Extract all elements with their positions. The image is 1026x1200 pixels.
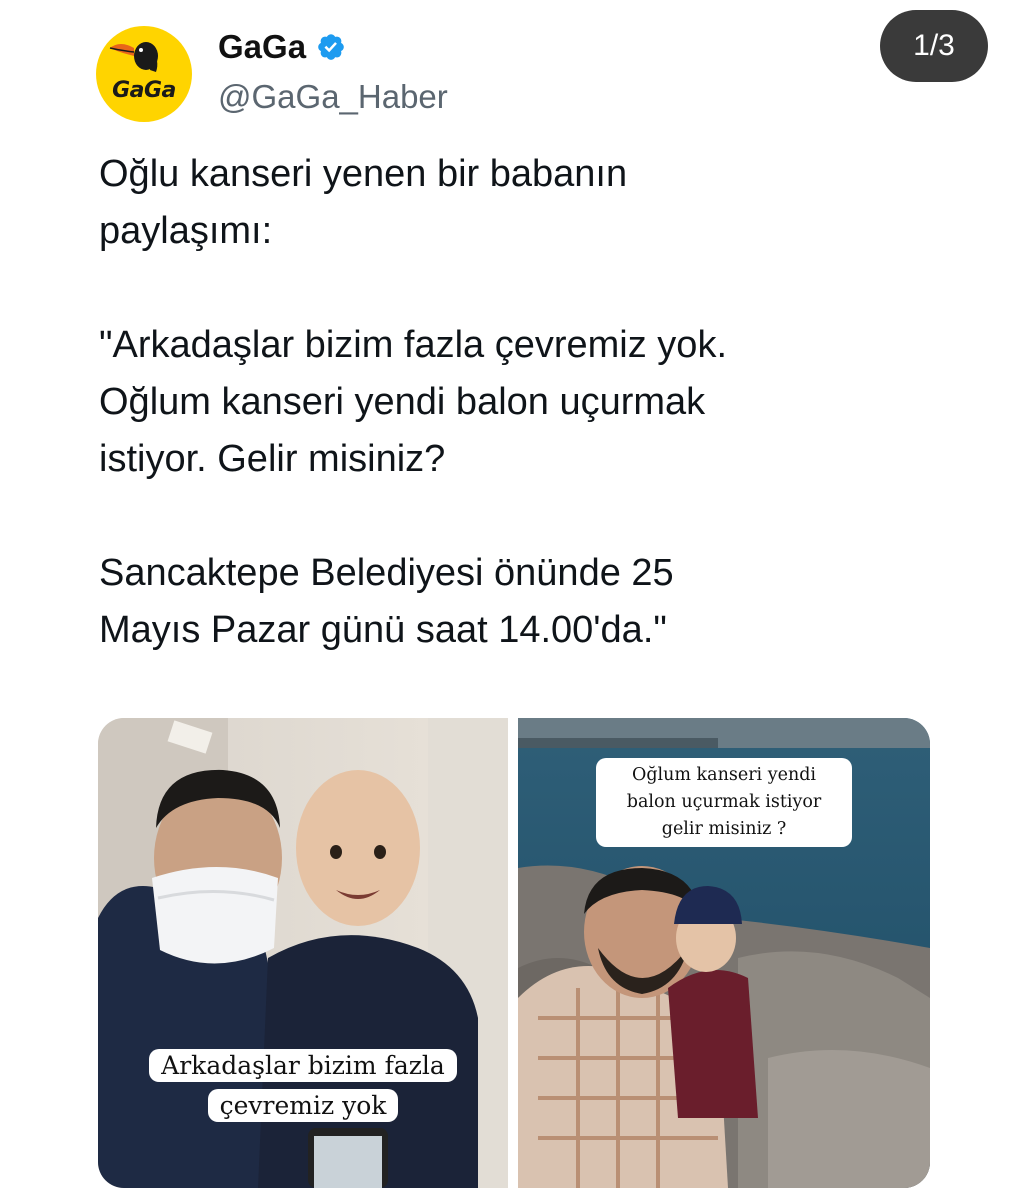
tweet-paragraph: Sancaktepe Belediyesi önünde 25 Mayıs Pa… (99, 552, 674, 651)
tweet-paragraph: "Arkadaşlar bizim fazla çevremiz yok. Oğ… (99, 324, 728, 480)
photo-caption-text: Arkadaşlar bizim fazla çevremiz yok (149, 1049, 457, 1122)
photo-caption-text: Oğlum kanseri yendi balon uçurmak istiyo… (626, 765, 822, 839)
verified-badge-icon (318, 34, 344, 60)
avatar-label: GaGa (112, 78, 176, 103)
account-handle[interactable]: @GaGa_Haber (218, 78, 448, 116)
toucan-logo-icon (109, 42, 158, 72)
media-photo-2[interactable]: Oğlum kanseri yendi balon uçurmak istiyo… (518, 718, 930, 1188)
photo-caption: Oğlum kanseri yendi balon uçurmak istiyo… (596, 758, 852, 847)
tweet-media-grid: Arkadaşlar bizim fazla çevremiz yok Oğlu… (98, 718, 930, 1188)
account-avatar[interactable]: GaGa (96, 26, 192, 122)
tweet-paragraph: Oğlu kanseri yenen bir babanın paylaşımı… (99, 153, 628, 252)
media-photo-1[interactable]: Arkadaşlar bizim fazla çevremiz yok (98, 718, 508, 1188)
tweet-header: GaGa GaGa @GaGa_Haber (96, 26, 996, 126)
display-name[interactable]: GaGa (218, 28, 306, 66)
account-names: GaGa @GaGa_Haber (218, 26, 448, 116)
photo-caption: Arkadaşlar bizim fazla çevremiz yok (128, 1046, 478, 1126)
media-counter-badge: 1/3 (880, 10, 988, 82)
tweet-text: Oğlu kanseri yenen bir babanın paylaşımı… (99, 146, 959, 659)
